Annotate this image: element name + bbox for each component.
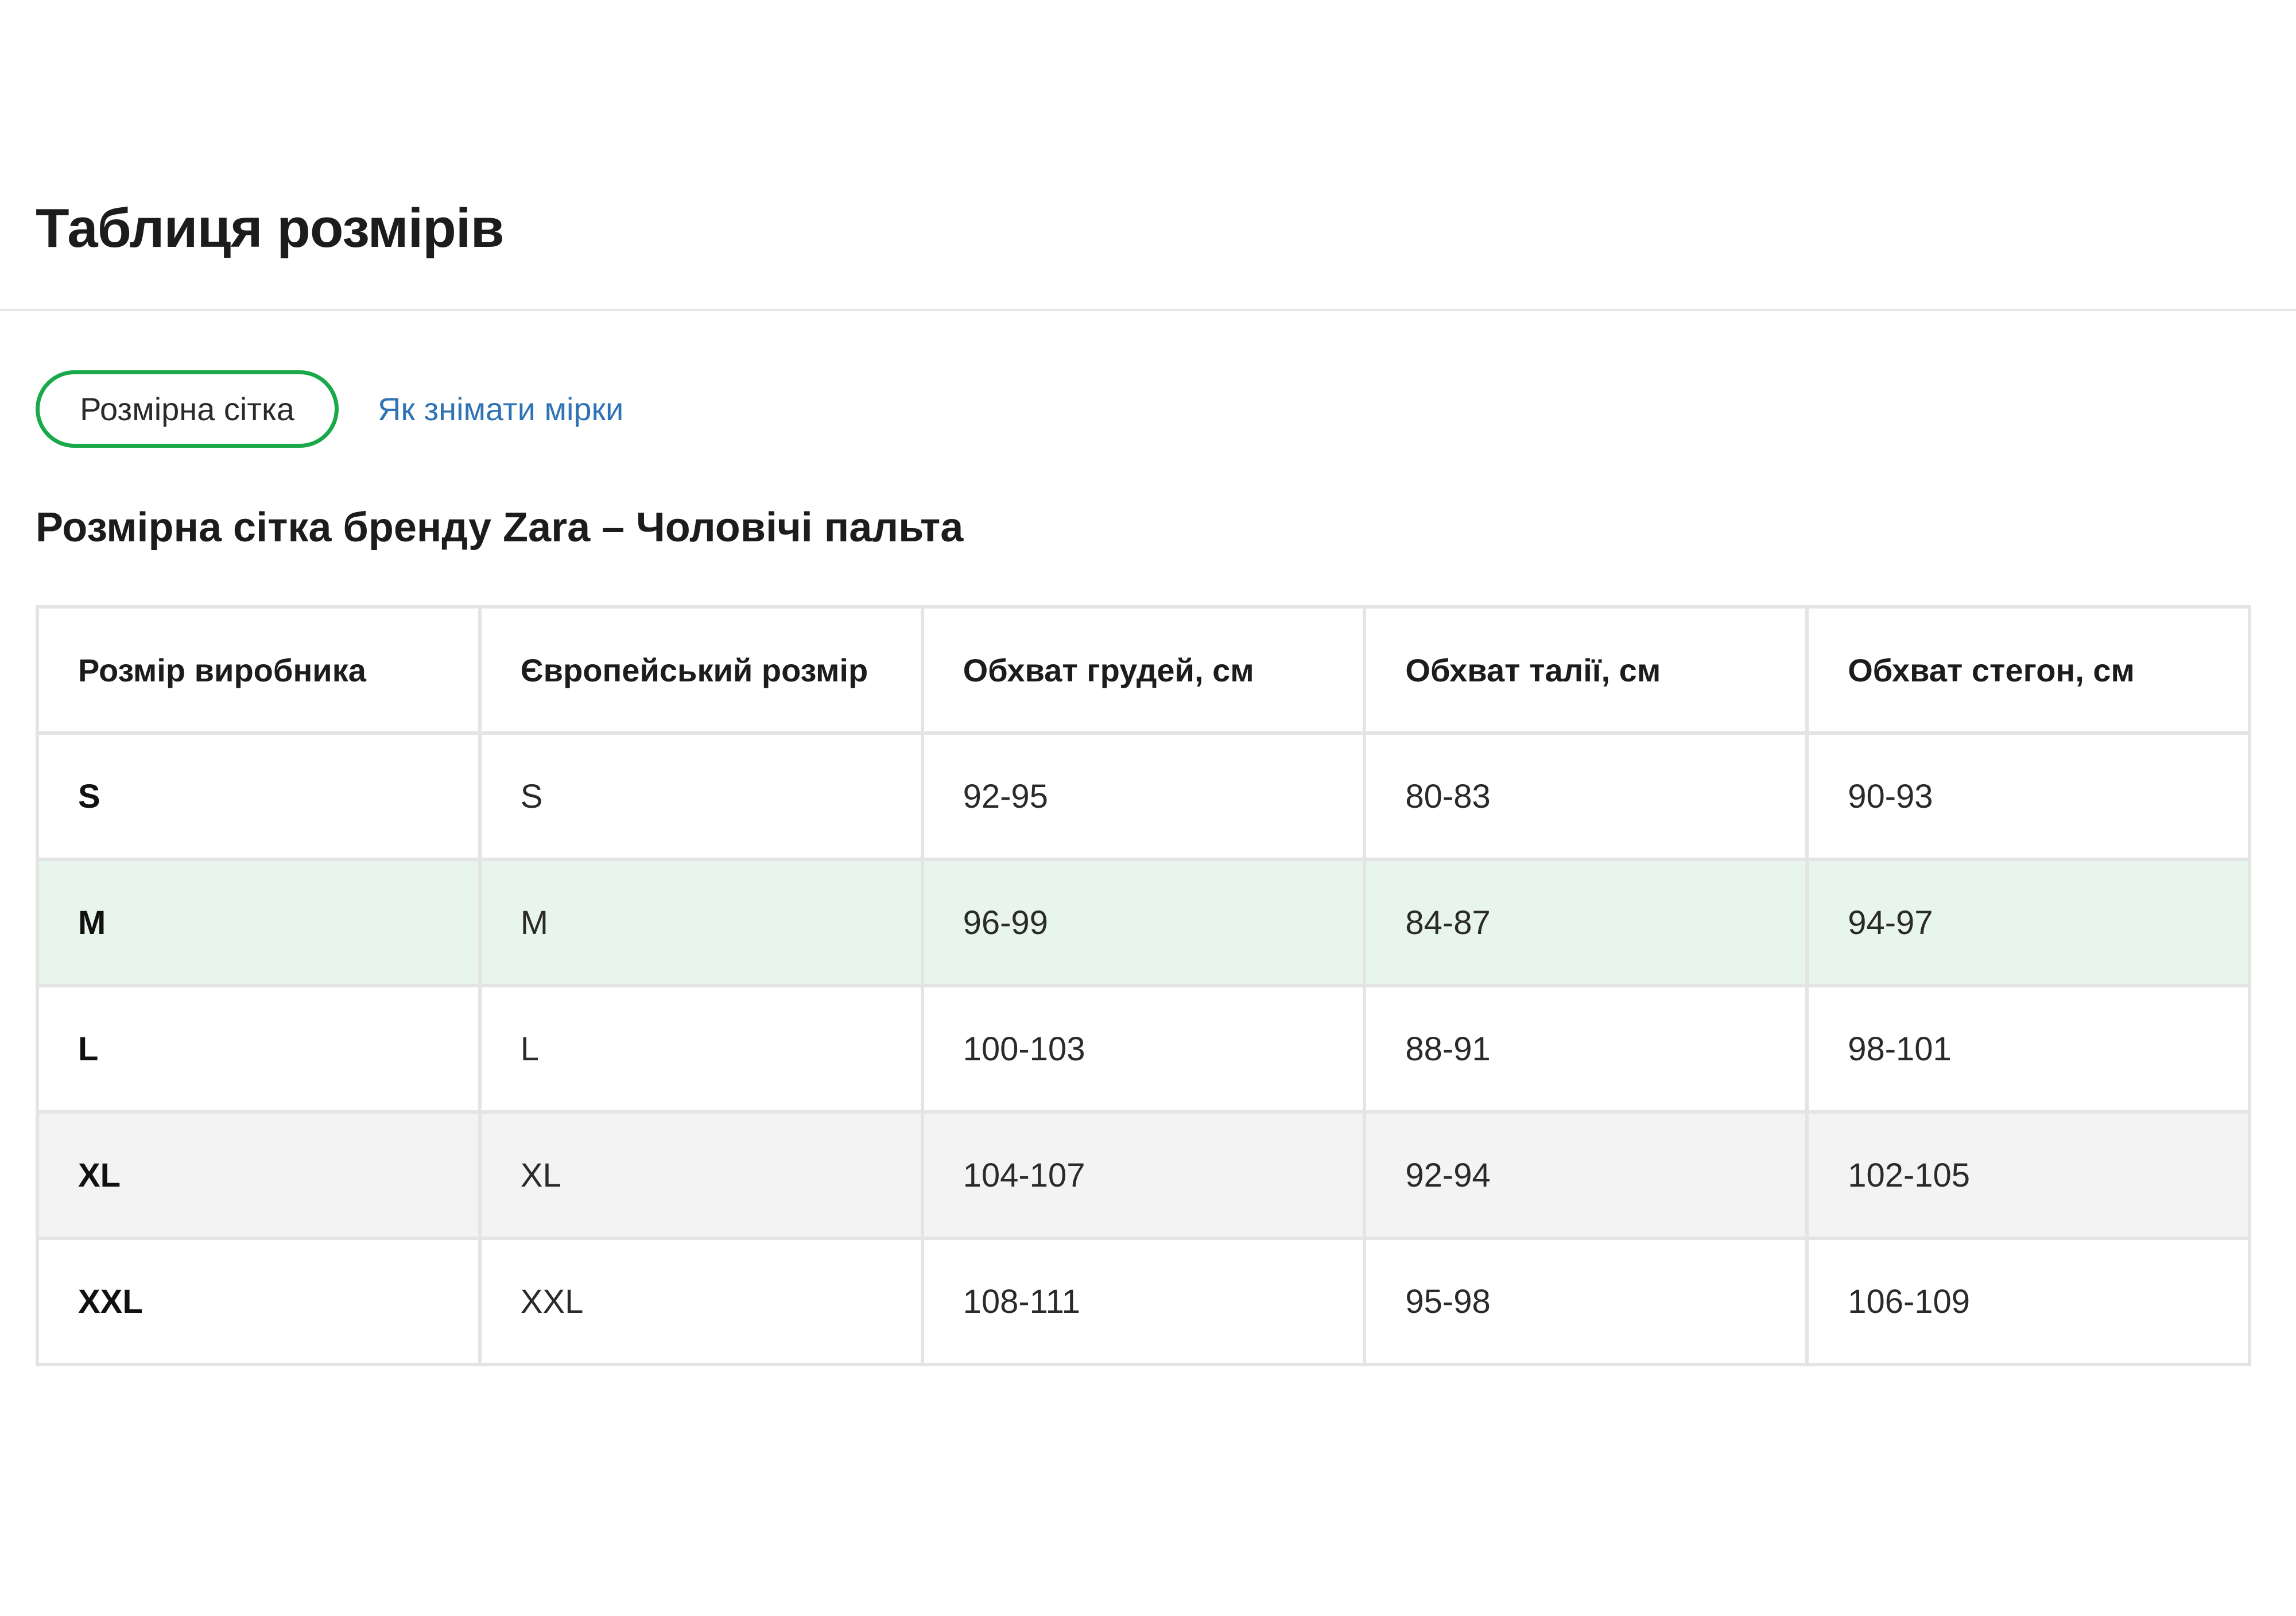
size-tabs: Розмірна сітка Як знімати мірки	[36, 370, 623, 448]
table-header-row: Розмір виробника Європейський розмір Обх…	[36, 605, 2251, 735]
table-cell: 102-105	[1805, 1110, 2251, 1240]
table-row: S S 92-95 80-83 90-93	[36, 731, 2251, 861]
tab-how-to-measure[interactable]: Як знімати мірки	[378, 390, 623, 428]
table-cell: M	[478, 858, 924, 987]
size-chart-page: Таблиця розмірів Розмірна сітка Як зніма…	[0, 0, 2296, 1616]
section-title: Розмірна сітка бренду Zara – Чоловічі па…	[36, 505, 964, 551]
table-row-highlighted: M M 96-99 84-87 94-97	[36, 858, 2251, 987]
table-cell: S	[36, 731, 482, 861]
table-cell: XXL	[36, 1237, 482, 1366]
table-cell: 100-103	[920, 984, 1367, 1114]
table-cell: M	[36, 858, 482, 987]
table-cell: 104-107	[920, 1110, 1367, 1240]
table-cell: 106-109	[1805, 1237, 2251, 1366]
table-cell: 92-94	[1363, 1110, 1809, 1240]
header-divider	[0, 309, 2296, 311]
table-cell: S	[478, 731, 924, 861]
header-hips: Обхват стегон, см	[1805, 605, 2251, 735]
header-waist: Обхват талії, см	[1363, 605, 1809, 735]
page-title: Таблиця розмірів	[36, 197, 505, 259]
table-cell: 96-99	[920, 858, 1367, 987]
table-row: L L 100-103 88-91 98-101	[36, 984, 2251, 1114]
table-cell: XL	[478, 1110, 924, 1240]
table-cell: 95-98	[1363, 1237, 1809, 1366]
table-cell: 92-95	[920, 731, 1367, 861]
table-cell: 88-91	[1363, 984, 1809, 1114]
table-cell: XL	[36, 1110, 482, 1240]
header-manufacturer-size: Розмір виробника	[36, 605, 482, 735]
table-cell: 98-101	[1805, 984, 2251, 1114]
table-row-hovered: XL XL 104-107 92-94 102-105	[36, 1110, 2251, 1240]
header-european-size: Європейський розмір	[478, 605, 924, 735]
table-cell: L	[36, 984, 482, 1114]
table-cell: 108-111	[920, 1237, 1367, 1366]
table-cell: L	[478, 984, 924, 1114]
table-cell: 80-83	[1363, 731, 1809, 861]
table-cell: XXL	[478, 1237, 924, 1366]
tab-size-grid[interactable]: Розмірна сітка	[36, 370, 339, 448]
table-cell: 94-97	[1805, 858, 2251, 987]
size-table: Розмір виробника Європейський розмір Обх…	[36, 605, 2251, 1366]
table-cell: 84-87	[1363, 858, 1809, 987]
header-chest: Обхват грудей, см	[920, 605, 1367, 735]
table-row: XXL XXL 108-111 95-98 106-109	[36, 1237, 2251, 1366]
table-cell: 90-93	[1805, 731, 2251, 861]
